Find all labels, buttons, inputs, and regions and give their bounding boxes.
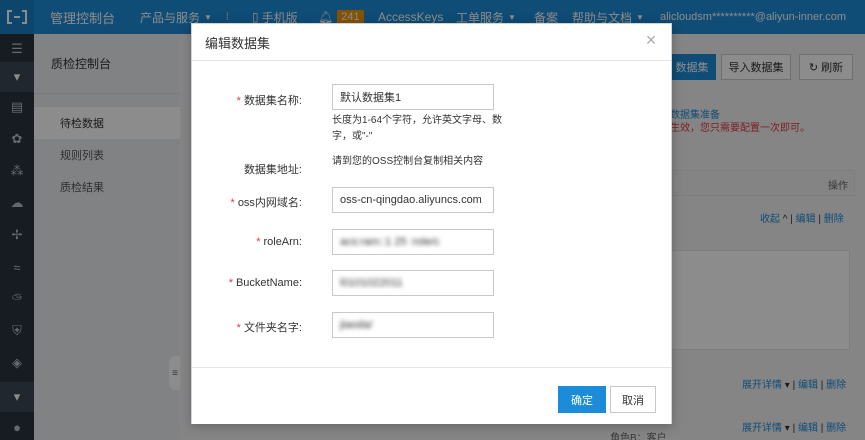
folder-name-label-text: 文件夹名字:	[243, 322, 302, 334]
role-arn-input[interactable]: acs:ram::1 25 :role/c	[332, 229, 494, 255]
dataset-name-label-text: 数据集名称:	[243, 95, 302, 107]
dialog-footer: 确定 取消	[192, 367, 671, 424]
dataset-address-label: 数据集地址:	[243, 164, 302, 176]
bucket-name-label: * BucketName:	[192, 277, 302, 289]
close-icon[interactable]: ×	[643, 31, 659, 49]
dataset-name-label: * 数据集名称:	[192, 92, 302, 108]
folder-name-label: * 文件夹名字:	[192, 319, 302, 335]
dataset-name-help: 长度为1-64个字符，允许英文字母、数字，或"-"	[332, 115, 503, 142]
role-arn-label: * roleArn:	[192, 236, 302, 248]
required-marker: *	[256, 236, 261, 248]
bucket-name-input[interactable]: l0101022011	[332, 270, 494, 296]
role-arn-label-text: roleArn:	[263, 236, 302, 248]
oss-domain-label: * oss内网域名:	[192, 194, 302, 210]
edit-dataset-dialog: 编辑数据集 × * 数据集名称: 默认数据集1 长度为1-64个字符，允许英文字母…	[191, 23, 672, 424]
oss-domain-input[interactable]: oss-cn-qingdao.aliyuncs.com	[332, 187, 494, 213]
required-marker: *	[230, 197, 235, 209]
required-marker: *	[236, 322, 241, 334]
confirm-button[interactable]: 确定	[558, 386, 606, 413]
bucket-name-label-text: BucketName:	[235, 277, 302, 289]
dialog-header: 编辑数据集 ×	[192, 24, 671, 61]
cancel-button[interactable]: 取消	[610, 386, 656, 413]
dataset-address-hint: 请到您的OSS控制台复制相关内容	[332, 156, 484, 167]
role-arn-value: acs:ram::1 25 :role/c	[340, 236, 440, 248]
oss-domain-label-text: oss内网域名:	[237, 197, 302, 209]
required-marker: *	[228, 277, 233, 289]
folder-name-value: jiaoda/	[340, 319, 373, 331]
dataset-name-input[interactable]: 默认数据集1	[332, 84, 494, 110]
bucket-name-value: l0101022011	[340, 277, 403, 289]
dialog-title: 编辑数据集	[205, 35, 271, 51]
required-marker: *	[236, 95, 241, 107]
folder-name-input[interactable]: jiaoda/	[332, 312, 494, 338]
